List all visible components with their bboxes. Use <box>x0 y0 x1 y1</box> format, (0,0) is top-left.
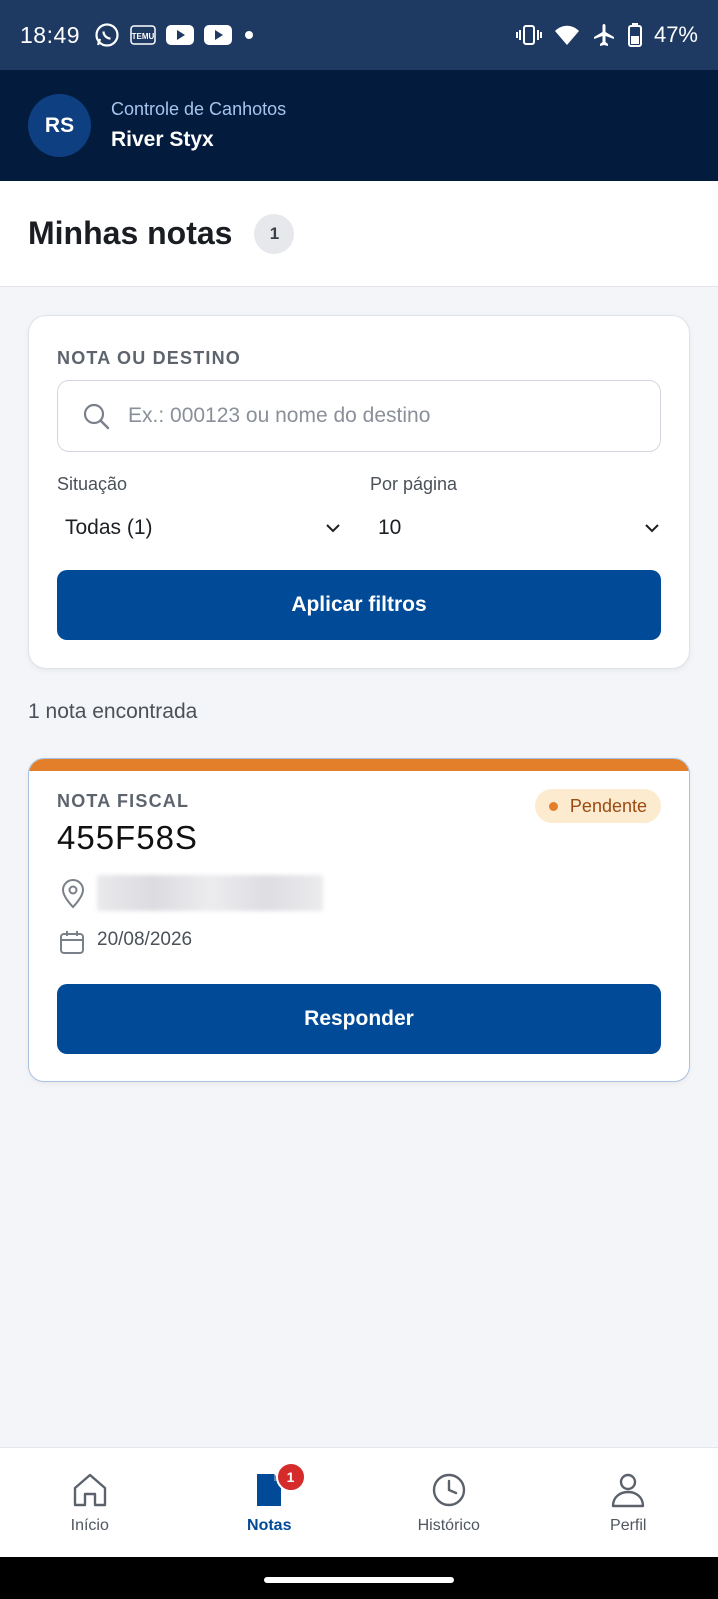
apply-filters-button[interactable]: Aplicar filtros <box>57 570 661 640</box>
search-icon <box>83 403 110 430</box>
search-input[interactable] <box>128 404 608 428</box>
whatsapp-icon <box>95 23 119 47</box>
nav-label: Início <box>70 1516 109 1534</box>
search-label: NOTA OU DESTINO <box>57 348 241 368</box>
note-date: 20/08/2026 <box>97 929 193 950</box>
youtube-icon <box>166 25 195 45</box>
app-header: RS Controle de Canhotos River Styx <box>0 70 718 181</box>
nav-label: Perfil <box>610 1516 647 1534</box>
status-time: 18:49 <box>20 21 81 48</box>
wifi-icon <box>554 25 579 45</box>
home-icon <box>73 1473 106 1506</box>
notification-icons: TEMU <box>94 22 256 48</box>
nav-label: Notas <box>247 1516 292 1534</box>
clock-icon <box>432 1473 465 1506</box>
chevron-down-icon <box>326 524 340 533</box>
airplane-icon <box>593 24 614 46</box>
youtube-icon <box>204 25 233 45</box>
destination-redacted <box>97 875 323 911</box>
person-icon <box>612 1473 645 1507</box>
per-page-select[interactable]: 10 <box>370 508 662 548</box>
respond-button[interactable]: Responder <box>57 984 661 1054</box>
system-status: 47% <box>515 22 698 48</box>
svg-text:TEMU: TEMU <box>132 32 155 41</box>
nav-item-inicio[interactable]: Início <box>0 1448 180 1557</box>
notes-count-badge: 1 <box>254 213 295 254</box>
status-badge-text: Pendente <box>569 795 647 816</box>
nav-item-notas[interactable]: 1 Notas <box>180 1448 360 1557</box>
search-field[interactable] <box>57 380 661 452</box>
nav-label: Histórico <box>417 1516 480 1534</box>
status-select-value: Todas (1) <box>65 516 153 539</box>
battery-icon <box>627 23 642 47</box>
note-type-label: NOTA FISCAL <box>57 791 190 811</box>
battery-percent: 47% <box>653 22 698 47</box>
vibrate-icon <box>515 25 542 45</box>
note-number: 455F58S <box>57 819 198 856</box>
status-bar: 18:49 TEMU 47% <box>0 0 718 70</box>
home-gesture-handle[interactable] <box>264 1577 454 1583</box>
status-accent-bar <box>29 759 689 771</box>
location-pin-icon <box>61 879 85 909</box>
dot-icon <box>245 31 254 39</box>
nav-item-historico[interactable]: Histórico <box>359 1448 539 1557</box>
user-name: River Styx <box>111 128 214 151</box>
gesture-bar <box>0 1557 718 1599</box>
bottom-navigation: Início 1 Notas Histórico Perfil <box>0 1447 718 1557</box>
temu-icon: TEMU <box>130 25 156 45</box>
nav-item-perfil[interactable]: Perfil <box>539 1448 718 1557</box>
status-dot <box>548 801 558 811</box>
page-title: Minhas notas <box>28 215 233 251</box>
per-page-select-value: 10 <box>378 516 402 539</box>
filter-card: NOTA OU DESTINO Situação Todas (1) Por p… <box>28 315 690 669</box>
status-select[interactable]: Todas (1) <box>57 508 343 548</box>
notification-badge: 1 <box>275 1462 306 1492</box>
status-filter-label: Situação <box>57 474 128 494</box>
app-title: Controle de Canhotos <box>111 99 287 119</box>
header-titles: Controle de Canhotos River Styx <box>111 99 286 152</box>
chevron-down-icon <box>645 524 659 533</box>
calendar-icon <box>60 931 84 954</box>
status-badge: Pendente <box>534 789 661 823</box>
avatar[interactable]: RS <box>28 94 91 157</box>
page-header: Minhas notas 1 <box>0 181 718 287</box>
results-count: 1 nota encontrada <box>28 700 198 723</box>
per-page-label: Por página <box>370 474 458 494</box>
note-card: NOTA FISCAL 455F58S Pendente 20/08/2026 … <box>28 758 690 1082</box>
